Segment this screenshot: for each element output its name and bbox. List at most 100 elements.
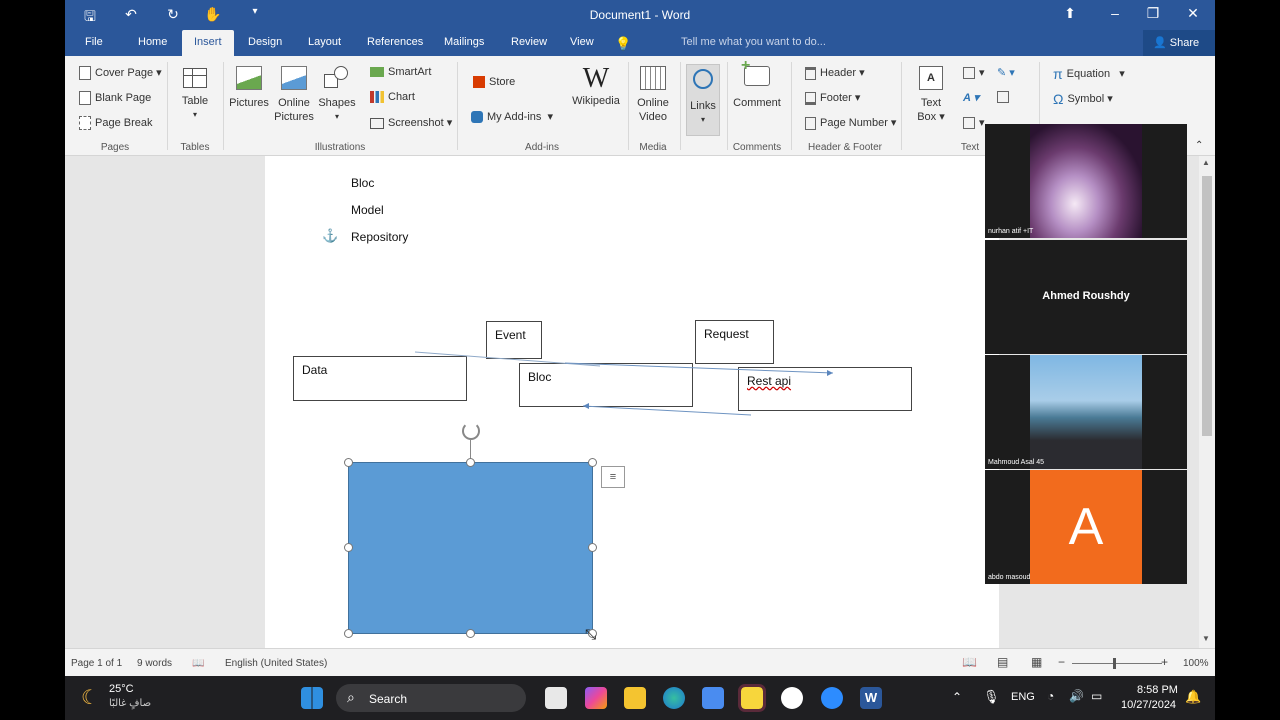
- battery-icon[interactable]: ▭: [1091, 689, 1102, 703]
- zoom-out-icon[interactable]: −: [1058, 655, 1065, 669]
- quick-parts-icon[interactable]: ▾: [963, 66, 985, 80]
- wordart-icon[interactable]: A ▾: [963, 91, 979, 104]
- shapes-button[interactable]: Shapes ▾: [317, 66, 357, 124]
- scrollbar-thumb[interactable]: [1202, 176, 1212, 436]
- tab-layout[interactable]: Layout: [308, 36, 341, 48]
- blank-page-button[interactable]: Blank Page: [79, 91, 151, 105]
- document-page[interactable]: Bloc Model ⚓ Repository Event Request Da…: [265, 156, 999, 648]
- table-button[interactable]: Table ▾: [179, 68, 211, 122]
- resize-handle[interactable]: [344, 629, 353, 638]
- equation-button[interactable]: π Equation ▾: [1053, 66, 1125, 82]
- print-layout-icon[interactable]: ▤: [997, 655, 1008, 669]
- scroll-down-icon[interactable]: ▼: [1202, 634, 1210, 643]
- screenshot-icon: [370, 117, 384, 129]
- taskbar-search[interactable]: ⌕ Search: [336, 684, 526, 712]
- web-layout-icon[interactable]: ▦: [1031, 655, 1042, 669]
- connector-line[interactable]: [414, 351, 601, 367]
- page-number-button[interactable]: Page Number ▾: [805, 116, 896, 130]
- my-addins-button[interactable]: My Add-ins ▾: [471, 110, 553, 124]
- participant-tile[interactable]: A abdo masoud: [985, 470, 1187, 584]
- zoom-slider[interactable]: [1072, 658, 1162, 669]
- footer-button[interactable]: Footer ▾: [805, 91, 860, 105]
- share-button[interactable]: 👤 Share: [1143, 30, 1215, 56]
- restore-icon[interactable]: ❐: [1143, 5, 1163, 22]
- pictures-button[interactable]: Pictures: [229, 66, 269, 110]
- online-video-button[interactable]: Online Video: [633, 66, 673, 124]
- arrow-line[interactable]: [564, 362, 834, 374]
- selected-rectangle-shape[interactable]: [348, 462, 593, 634]
- tab-review[interactable]: Review: [511, 36, 547, 48]
- notifications-icon[interactable]: 🔔: [1185, 689, 1201, 705]
- language-status[interactable]: English (United States): [225, 658, 327, 669]
- wifi-icon[interactable]: ◔: [1047, 689, 1054, 703]
- proofing-icon[interactable]: 📖: [192, 658, 204, 669]
- participant-tile[interactable]: Mahmoud Asal 45: [985, 355, 1187, 469]
- resize-cursor-icon: ⤡: [585, 626, 597, 642]
- volume-icon[interactable]: 🔊: [1069, 689, 1084, 703]
- wikipedia-button[interactable]: W Wikipedia: [570, 64, 622, 108]
- clock-date[interactable]: 10/27/2024: [1121, 699, 1176, 711]
- store-button[interactable]: Store: [473, 76, 515, 89]
- resize-handle[interactable]: [344, 543, 353, 552]
- weather-text[interactable]: صافٍ غالبًا: [109, 698, 151, 709]
- zoom-app-icon[interactable]: [821, 687, 843, 709]
- online-pictures-button[interactable]: Online Pictures: [273, 66, 315, 124]
- header-button[interactable]: Header ▾: [805, 66, 865, 80]
- arrow-line[interactable]: [582, 405, 752, 416]
- close-icon[interactable]: ✕: [1183, 5, 1203, 22]
- links-button[interactable]: Links ▾: [686, 64, 720, 136]
- word-app-icon[interactable]: W: [860, 687, 882, 709]
- resize-handle[interactable]: [344, 458, 353, 467]
- app-icon[interactable]: [781, 687, 803, 709]
- sticky-notes-icon[interactable]: [738, 684, 766, 712]
- chart-button[interactable]: Chart: [370, 91, 415, 104]
- task-view-icon[interactable]: [545, 687, 567, 709]
- input-language[interactable]: ENG: [1011, 691, 1035, 703]
- read-mode-icon[interactable]: 📖: [962, 655, 977, 669]
- rotate-handle-icon[interactable]: [462, 422, 480, 440]
- page-count[interactable]: Page 1 of 1: [71, 658, 122, 669]
- windows-start-icon[interactable]: [301, 687, 323, 709]
- tab-mailings[interactable]: Mailings: [444, 36, 484, 48]
- symbol-button[interactable]: Ω Symbol ▾: [1053, 91, 1113, 107]
- microphone-icon[interactable]: 🎙: [983, 689, 1000, 705]
- resize-handle[interactable]: [588, 458, 597, 467]
- collapse-ribbon-icon[interactable]: ⌃: [1195, 140, 1203, 151]
- participant-tile[interactable]: Ahmed Roushdy: [985, 240, 1187, 354]
- store-app-icon[interactable]: [702, 687, 724, 709]
- smartart-button[interactable]: SmartArt: [370, 66, 431, 78]
- tab-insert[interactable]: Insert: [182, 30, 234, 56]
- tab-home[interactable]: Home: [138, 36, 167, 48]
- ribbon-display-icon[interactable]: ⬆: [1060, 5, 1080, 22]
- layout-options-icon[interactable]: ≡: [601, 466, 625, 488]
- zoom-in-icon[interactable]: +: [1161, 655, 1168, 669]
- participant-tile[interactable]: nurhan atif +IT: [985, 124, 1187, 238]
- file-explorer-icon[interactable]: [624, 687, 646, 709]
- tell-me-search[interactable]: Tell me what you want to do...: [681, 36, 826, 48]
- screenshot-button[interactable]: Screenshot ▾: [370, 116, 452, 129]
- resize-handle[interactable]: [466, 458, 475, 467]
- edge-icon[interactable]: [663, 687, 685, 709]
- text-box-button[interactable]: A Text Box ▾: [913, 66, 949, 124]
- date-time-icon[interactable]: [997, 91, 1013, 104]
- vertical-scrollbar[interactable]: ▲ ▼: [1199, 156, 1215, 648]
- resize-handle[interactable]: [466, 629, 475, 638]
- tab-file[interactable]: File: [85, 36, 103, 48]
- clock-time[interactable]: 8:58 PM: [1137, 684, 1178, 696]
- temperature[interactable]: 25°C: [109, 683, 134, 695]
- page-break-button[interactable]: Page Break: [79, 116, 152, 130]
- drop-cap-icon[interactable]: ▾: [963, 116, 985, 130]
- scroll-up-icon[interactable]: ▲: [1202, 158, 1210, 167]
- word-count[interactable]: 9 words: [137, 658, 172, 669]
- tab-design[interactable]: Design: [248, 36, 282, 48]
- copilot-icon[interactable]: [585, 687, 607, 709]
- chevron-up-icon[interactable]: ⌃: [952, 690, 962, 704]
- minimize-icon[interactable]: –: [1105, 5, 1125, 21]
- zoom-level[interactable]: 100%: [1183, 658, 1209, 669]
- signature-line-icon[interactable]: ✎ ▾: [997, 66, 1015, 79]
- tab-view[interactable]: View: [570, 36, 594, 48]
- cover-page-button[interactable]: Cover Page ▾: [79, 66, 162, 81]
- comment-button[interactable]: + Comment: [731, 58, 783, 110]
- resize-handle[interactable]: [588, 543, 597, 552]
- tab-references[interactable]: References: [367, 36, 423, 48]
